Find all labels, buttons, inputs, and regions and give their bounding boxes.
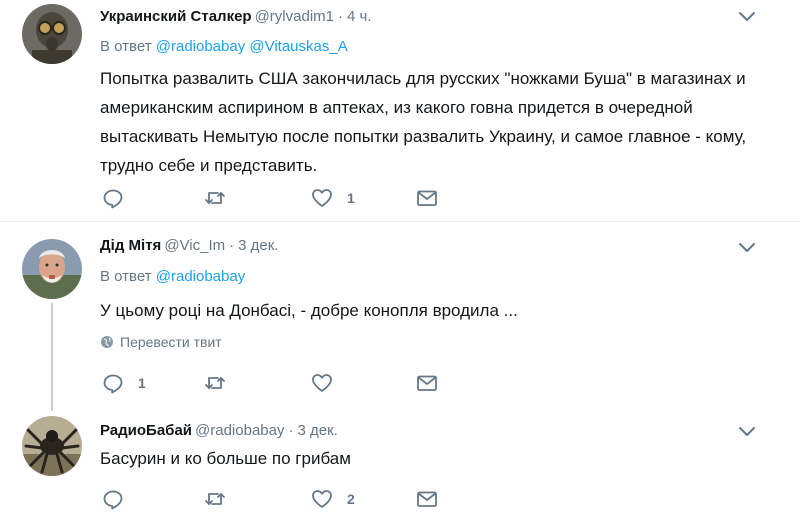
tweet-text: У цьому році на Донбасі, - добре конопля… [100,301,518,320]
like-count: 1 [347,190,355,206]
retweet-icon [205,493,225,505]
translate-link[interactable]: Перевести твит [100,332,222,352]
avatar[interactable] [22,239,82,299]
heart-icon [312,189,332,207]
translate-label[interactable]: Перевести твит [120,332,222,352]
reply-context: В ответ @radiobabay @Vitauskas_A [100,37,348,57]
chevron-down-icon[interactable] [738,426,756,438]
retweet-icon [205,377,225,389]
separator: · [338,8,343,25]
tweet[interactable]: Дід Мітя @Vic_Im · 3 дек. В ответ @radiobab… [0,223,800,413]
reply-context: В ответ @radiobabay [100,267,245,287]
action-bar: 1 [100,187,460,209]
heart-icon [312,374,332,392]
retweet-button[interactable] [204,187,240,209]
tweet-text: Попытка развалить США закончилась для ру… [100,69,747,175]
envelope-icon [417,491,437,507]
separator: · [229,237,235,254]
tweet[interactable]: Украинский Сталкер @rylvadim1 · 4 ч. В отве… [0,0,800,222]
author-name[interactable]: Украинский Сталкер [100,8,252,25]
separator: · [288,422,294,439]
mention-link[interactable]: @Vitauskas_A [249,38,347,55]
reply-icon [103,189,123,209]
chevron-down-icon[interactable] [738,242,756,254]
dm-button[interactable] [416,488,438,510]
like-button[interactable] [311,372,347,394]
action-bar: 2 [100,488,460,510]
timestamp[interactable]: 4 ч. [347,8,372,25]
author-name[interactable]: Дід Мітя [100,237,161,254]
like-count: 2 [347,491,355,507]
author-handle[interactable]: @rylvadim1 [255,8,334,25]
dm-button[interactable] [416,372,438,394]
dm-button[interactable] [416,187,438,209]
avatar[interactable] [22,416,82,476]
author-handle[interactable]: @radiobabay [195,422,284,439]
reply-button[interactable] [102,488,138,510]
retweet-button[interactable] [204,372,240,394]
like-button[interactable]: 1 [311,187,355,209]
author-handle[interactable]: @Vic_Im [164,237,225,254]
reply-prefix: В ответ [100,268,152,285]
tweet[interactable]: РадиоБабай @radiobabay · 3 дек. Басурин и к… [0,413,800,519]
retweet-button[interactable] [204,488,240,510]
timestamp[interactable]: 3 дек. [297,422,337,439]
envelope-icon [417,190,437,206]
reply-icon [103,374,123,394]
reply-button[interactable] [102,187,138,209]
reply-icon [103,490,123,510]
action-bar: 1 [100,372,460,394]
envelope-icon [417,375,437,391]
tweet-text: Басурин и ко больше по грибам [100,449,351,468]
mention-link[interactable]: @radiobabay [156,38,245,55]
retweet-icon [205,192,225,204]
reply-button[interactable]: 1 [102,372,146,394]
author-name[interactable]: РадиоБабай [100,422,192,439]
heart-icon [312,490,332,508]
like-button[interactable]: 2 [311,488,355,510]
reply-count: 1 [138,375,146,391]
mention-link[interactable]: @radiobabay [156,268,245,285]
timestamp[interactable]: 3 дек. [238,237,278,254]
avatar[interactable] [22,4,82,64]
reply-prefix: В ответ [100,38,152,55]
thread-line [51,303,53,411]
globe-icon [101,336,113,348]
chevron-down-icon[interactable] [738,11,756,23]
